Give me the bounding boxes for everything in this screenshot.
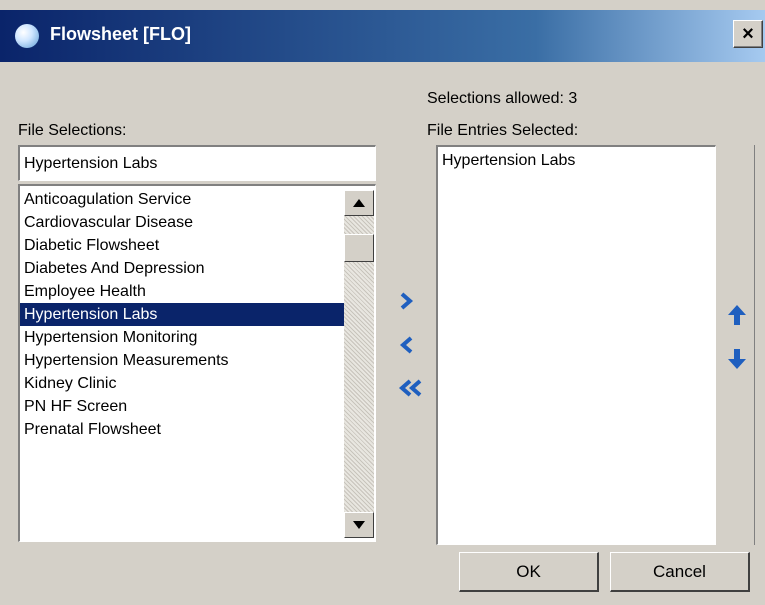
close-icon: ×	[742, 23, 754, 45]
list-item[interactable]: Anticoagulation Service	[20, 188, 346, 211]
list-item[interactable]: Hypertension Labs	[20, 303, 346, 326]
arrow-down-icon	[728, 349, 746, 369]
file-search-input[interactable]: Hypertension Labs	[18, 145, 376, 181]
chevron-right-icon	[400, 292, 414, 310]
file-entries-list[interactable]: Hypertension Labs	[436, 145, 716, 545]
scroll-up-button[interactable]	[344, 190, 374, 216]
list-item[interactable]: Cardiovascular Disease	[20, 211, 346, 234]
file-selections-label: File Selections:	[18, 122, 127, 139]
scroll-down-button[interactable]	[344, 512, 374, 538]
ok-label: OK	[516, 562, 541, 581]
selected-entry-item[interactable]: Hypertension Labs	[438, 149, 708, 172]
list-item[interactable]: Prenatal Flowsheet	[20, 418, 346, 441]
list-item[interactable]: Hypertension Monitoring	[20, 326, 346, 349]
scroll-thumb[interactable]	[344, 234, 374, 262]
remove-selection-button[interactable]	[392, 330, 422, 360]
file-entries-label: File Entries Selected:	[427, 122, 579, 139]
list-item[interactable]: Employee Health	[20, 280, 346, 303]
arrow-up-icon	[728, 305, 746, 325]
scroll-up-icon	[353, 199, 365, 207]
list-item[interactable]: Diabetic Flowsheet	[20, 234, 346, 257]
window-title: Flowsheet [FLO]	[50, 24, 191, 44]
list-item[interactable]: Diabetes And Depression	[20, 257, 346, 280]
right-edge-scrollbar[interactable]	[754, 145, 765, 545]
add-selection-button[interactable]	[392, 286, 422, 316]
move-down-button[interactable]	[722, 344, 752, 374]
scroll-down-icon	[353, 521, 365, 529]
list-item[interactable]: Kidney Clinic	[20, 372, 346, 395]
list-item[interactable]: PN HF Screen	[20, 395, 346, 418]
cancel-label: Cancel	[653, 562, 706, 581]
cancel-button[interactable]: Cancel	[610, 552, 750, 592]
ok-button[interactable]: OK	[459, 552, 599, 592]
selections-allowed-text: Selections allowed: 3	[427, 90, 578, 107]
double-chevron-left-icon	[398, 379, 422, 397]
move-up-button[interactable]	[722, 300, 752, 330]
list-item[interactable]: Hypertension Measurements	[20, 349, 346, 372]
close-button[interactable]: ×	[733, 20, 763, 48]
file-selections-list[interactable]: Anticoagulation Service Cardiovascular Di…	[18, 184, 376, 542]
remove-all-button[interactable]	[396, 373, 426, 403]
title-bar: Flowsheet [FLO]	[0, 10, 765, 62]
app-icon	[15, 24, 39, 48]
file-search-value: Hypertension Labs	[24, 155, 158, 172]
chevron-left-icon	[399, 336, 413, 354]
file-list-scrollbar[interactable]	[344, 190, 374, 538]
